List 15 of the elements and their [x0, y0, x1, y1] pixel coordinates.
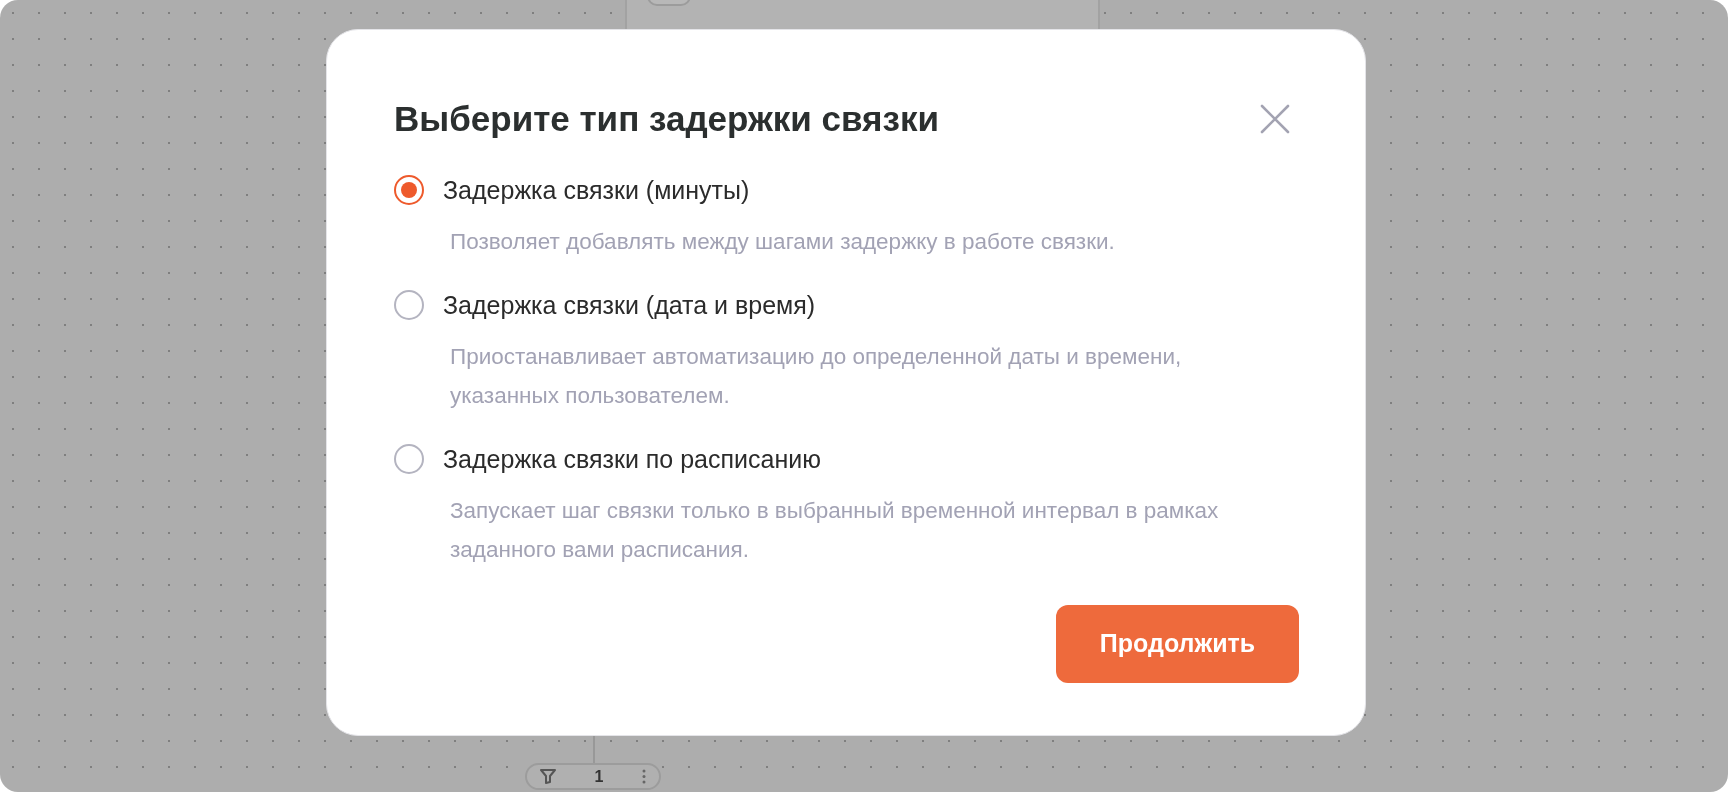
close-icon[interactable] [1259, 103, 1291, 135]
option-label[interactable]: Задержка связки (дата и время) [443, 287, 816, 323]
option-label[interactable]: Задержка связки по расписанию [443, 441, 821, 477]
filter-icon [540, 769, 556, 784]
radio-button[interactable] [394, 444, 424, 474]
radio-button[interactable] [394, 175, 424, 205]
option-description: Приостанавливает автоматизацию до определенной даты и времени, указанных пользователем. [450, 343, 1183, 410]
option-label[interactable]: Задержка связки (минуты) [443, 172, 750, 208]
more-icon[interactable] [642, 769, 646, 784]
radio-button[interactable] [394, 290, 424, 320]
option-description: Позволяет добавлять между шагами задержку в работе связки. [450, 228, 1116, 256]
option-description: Запускает шаг связки только в выбранный временной интервал в рамках заданного вами расписания. [450, 497, 1220, 564]
filter-count: 1 [594, 766, 604, 787]
filter-pill[interactable]: 1 [525, 763, 661, 790]
dialog-title: Выберите тип задержки связки [394, 98, 939, 140]
